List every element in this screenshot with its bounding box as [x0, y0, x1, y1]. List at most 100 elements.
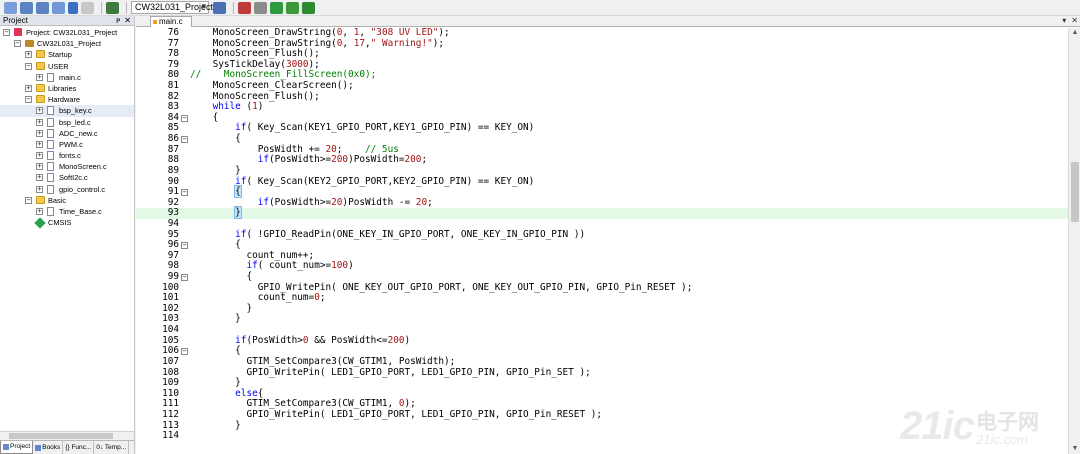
toolbar: CW32L031_Project [0, 0, 1080, 16]
tree-item[interactable]: − Hardware [0, 94, 134, 105]
tab-project[interactable]: Project [0, 441, 34, 454]
tree-item[interactable]: CMSIS [0, 217, 134, 229]
file-modified-icon [153, 20, 157, 24]
tree-item[interactable]: + MonoScreen.c [0, 161, 134, 172]
tree-item[interactable]: − Project: CW32L031_Project [0, 27, 134, 38]
expand-icon[interactable]: + [36, 140, 43, 148]
expand-icon[interactable]: + [36, 163, 43, 171]
scrollbar-thumb[interactable] [9, 433, 113, 439]
code-line[interactable]: 92 if(PosWidth>=20)PosWidth -= 20; [136, 197, 1068, 209]
build-icon[interactable] [254, 1, 267, 14]
options-icon[interactable] [106, 1, 119, 14]
expand-icon[interactable]: + [36, 152, 43, 160]
tree-item[interactable]: + Time_Base.c [0, 206, 134, 217]
code-line[interactable]: 101 count_num=0; [136, 292, 1068, 304]
code-line[interactable]: 93 } [136, 206, 1068, 220]
fold-collapse-icon[interactable]: − [181, 274, 188, 282]
code-line[interactable]: 108 GPIO_WritePin( LED1_GPIO_PORT, LED1_… [136, 367, 1068, 379]
open-icon[interactable] [52, 1, 65, 14]
tree-item[interactable]: + Libraries [0, 83, 134, 94]
tree-item[interactable]: + Startup [0, 49, 134, 60]
expand-icon[interactable]: + [25, 51, 32, 59]
tree-item[interactable]: + gpio_control.c [0, 184, 134, 195]
magic-wand-icon[interactable] [213, 1, 226, 14]
project-tree-horizontal-scrollbar[interactable] [0, 431, 134, 440]
collapse-icon[interactable]: − [3, 29, 10, 36]
code-line[interactable]: 103 } [136, 314, 1068, 325]
expand-icon[interactable]: + [25, 84, 32, 92]
scroll-down-icon[interactable]: ▼ [1069, 444, 1080, 454]
tab-main-c[interactable]: main.c [150, 16, 192, 27]
code-line[interactable]: 89 } [136, 165, 1068, 177]
chevron-down-icon[interactable]: ▾ [1062, 16, 1066, 26]
code-line[interactable]: 94 [136, 218, 1068, 230]
save-all-icon[interactable] [36, 1, 49, 14]
tree-item[interactable]: + PWM.c [0, 139, 134, 150]
c-file-icon [47, 207, 54, 216]
collapse-icon[interactable]: − [25, 196, 32, 204]
code-area[interactable]: 76 MonoScreen_DrawString(0, 1, "308 UV L… [136, 28, 1068, 454]
scrollbar-thumb[interactable] [1071, 162, 1079, 222]
expand-icon[interactable]: + [36, 208, 43, 215]
tree-item[interactable]: − USER [0, 61, 134, 72]
expand-icon[interactable]: + [36, 107, 43, 115]
expand-icon[interactable]: + [36, 129, 43, 137]
rebuild-icon[interactable] [270, 1, 283, 14]
tree-item[interactable]: + bsp_key.c [0, 105, 134, 117]
editor-vertical-scrollbar[interactable]: ▲ ▼ [1068, 28, 1080, 454]
code-text: } [190, 419, 241, 431]
tree-item-label: Hardware [48, 95, 81, 105]
code-line[interactable]: 82 MonoScreen_Flush(); [136, 91, 1068, 103]
target-select[interactable]: CW32L031_Project [131, 1, 213, 14]
tree-item[interactable]: + ADC_new.c [0, 128, 134, 139]
grey-icon[interactable] [81, 1, 94, 14]
tree-item-label: USER [48, 61, 69, 71]
tab-templates[interactable]: 0↓ Temp... [94, 441, 130, 454]
tree-item[interactable]: + SoftI2c.c [0, 172, 134, 183]
close-icon[interactable]: ✕ [124, 16, 131, 25]
code-line[interactable]: 105 if(PosWidth>0 && PosWidth<=200) [136, 335, 1068, 347]
expand-icon[interactable]: + [36, 73, 43, 81]
expand-icon[interactable]: + [36, 118, 43, 126]
dropdown-icon[interactable] [68, 1, 78, 14]
load-icon[interactable] [4, 1, 17, 14]
code-line[interactable]: 85 if( Key_Scan(KEY1_GPIO_PORT,KEY1_GPIO… [136, 123, 1068, 134]
collapse-icon[interactable]: − [14, 40, 21, 48]
fold-collapse-icon[interactable]: − [181, 136, 188, 144]
code-line[interactable]: 102 } [136, 303, 1068, 315]
close-icon[interactable]: ✕ [1071, 16, 1078, 26]
expand-icon[interactable]: + [36, 185, 43, 193]
code-line[interactable]: 107 GTIM_SetCompare3(CW_GTIM1, PosWidth)… [136, 355, 1068, 368]
code-line[interactable]: 90 if( Key_Scan(KEY2_GPIO_PORT,KEY2_GPIO… [136, 175, 1068, 188]
fold-collapse-icon[interactable]: − [181, 348, 188, 356]
scroll-up-icon[interactable]: ▲ [1069, 28, 1080, 38]
fold-collapse-icon[interactable]: − [181, 114, 188, 122]
tree-item[interactable]: + fonts.c [0, 150, 134, 161]
code-line[interactable]: 109 } [136, 378, 1068, 389]
collapse-icon[interactable]: − [25, 62, 32, 70]
code-line[interactable]: 95 if( !GPIO_ReadPin(ONE_KEY_IN_GPIO_POR… [136, 229, 1068, 241]
code-line[interactable]: 83 while (1) [136, 101, 1068, 113]
save-icon[interactable] [20, 1, 33, 14]
project-panel: Project ᴘ ✕ − Project: CW32L031_Project − C… [0, 16, 135, 454]
code-line[interactable]: 88 if(PosWidth>=200)PosWidth=200; [136, 155, 1068, 166]
batch-icon[interactable] [286, 1, 299, 14]
pin-icon[interactable]: ᴘ [116, 16, 120, 25]
code-line[interactable]: 98 if( count_num>=100) [136, 261, 1068, 272]
fold-collapse-icon[interactable]: − [181, 189, 188, 197]
tree-item-label: Startup [48, 50, 72, 60]
download-icon[interactable] [302, 1, 315, 14]
tab-books[interactable]: Books [33, 441, 64, 454]
tree-item[interactable]: − Basic [0, 195, 134, 206]
collapse-icon[interactable]: − [25, 96, 32, 104]
translate-icon[interactable] [238, 1, 251, 14]
code-text: if( Key_Scan(KEY2_GPIO_PORT,KEY2_GPIO_PI… [235, 175, 535, 187]
tab-functions[interactable]: {} Func... [63, 441, 95, 454]
expand-icon[interactable]: + [36, 174, 43, 182]
tree-item[interactable]: − CW32L031_Project [0, 38, 134, 49]
code-text: GTIM_SetCompare3(CW_GTIM1, PosWidth); [190, 355, 456, 367]
tree-item[interactable]: + main.c [0, 72, 134, 83]
fold-collapse-icon[interactable]: − [181, 242, 188, 250]
c-file-icon [47, 184, 54, 194]
tree-item[interactable]: + bsp_led.c [0, 117, 134, 128]
